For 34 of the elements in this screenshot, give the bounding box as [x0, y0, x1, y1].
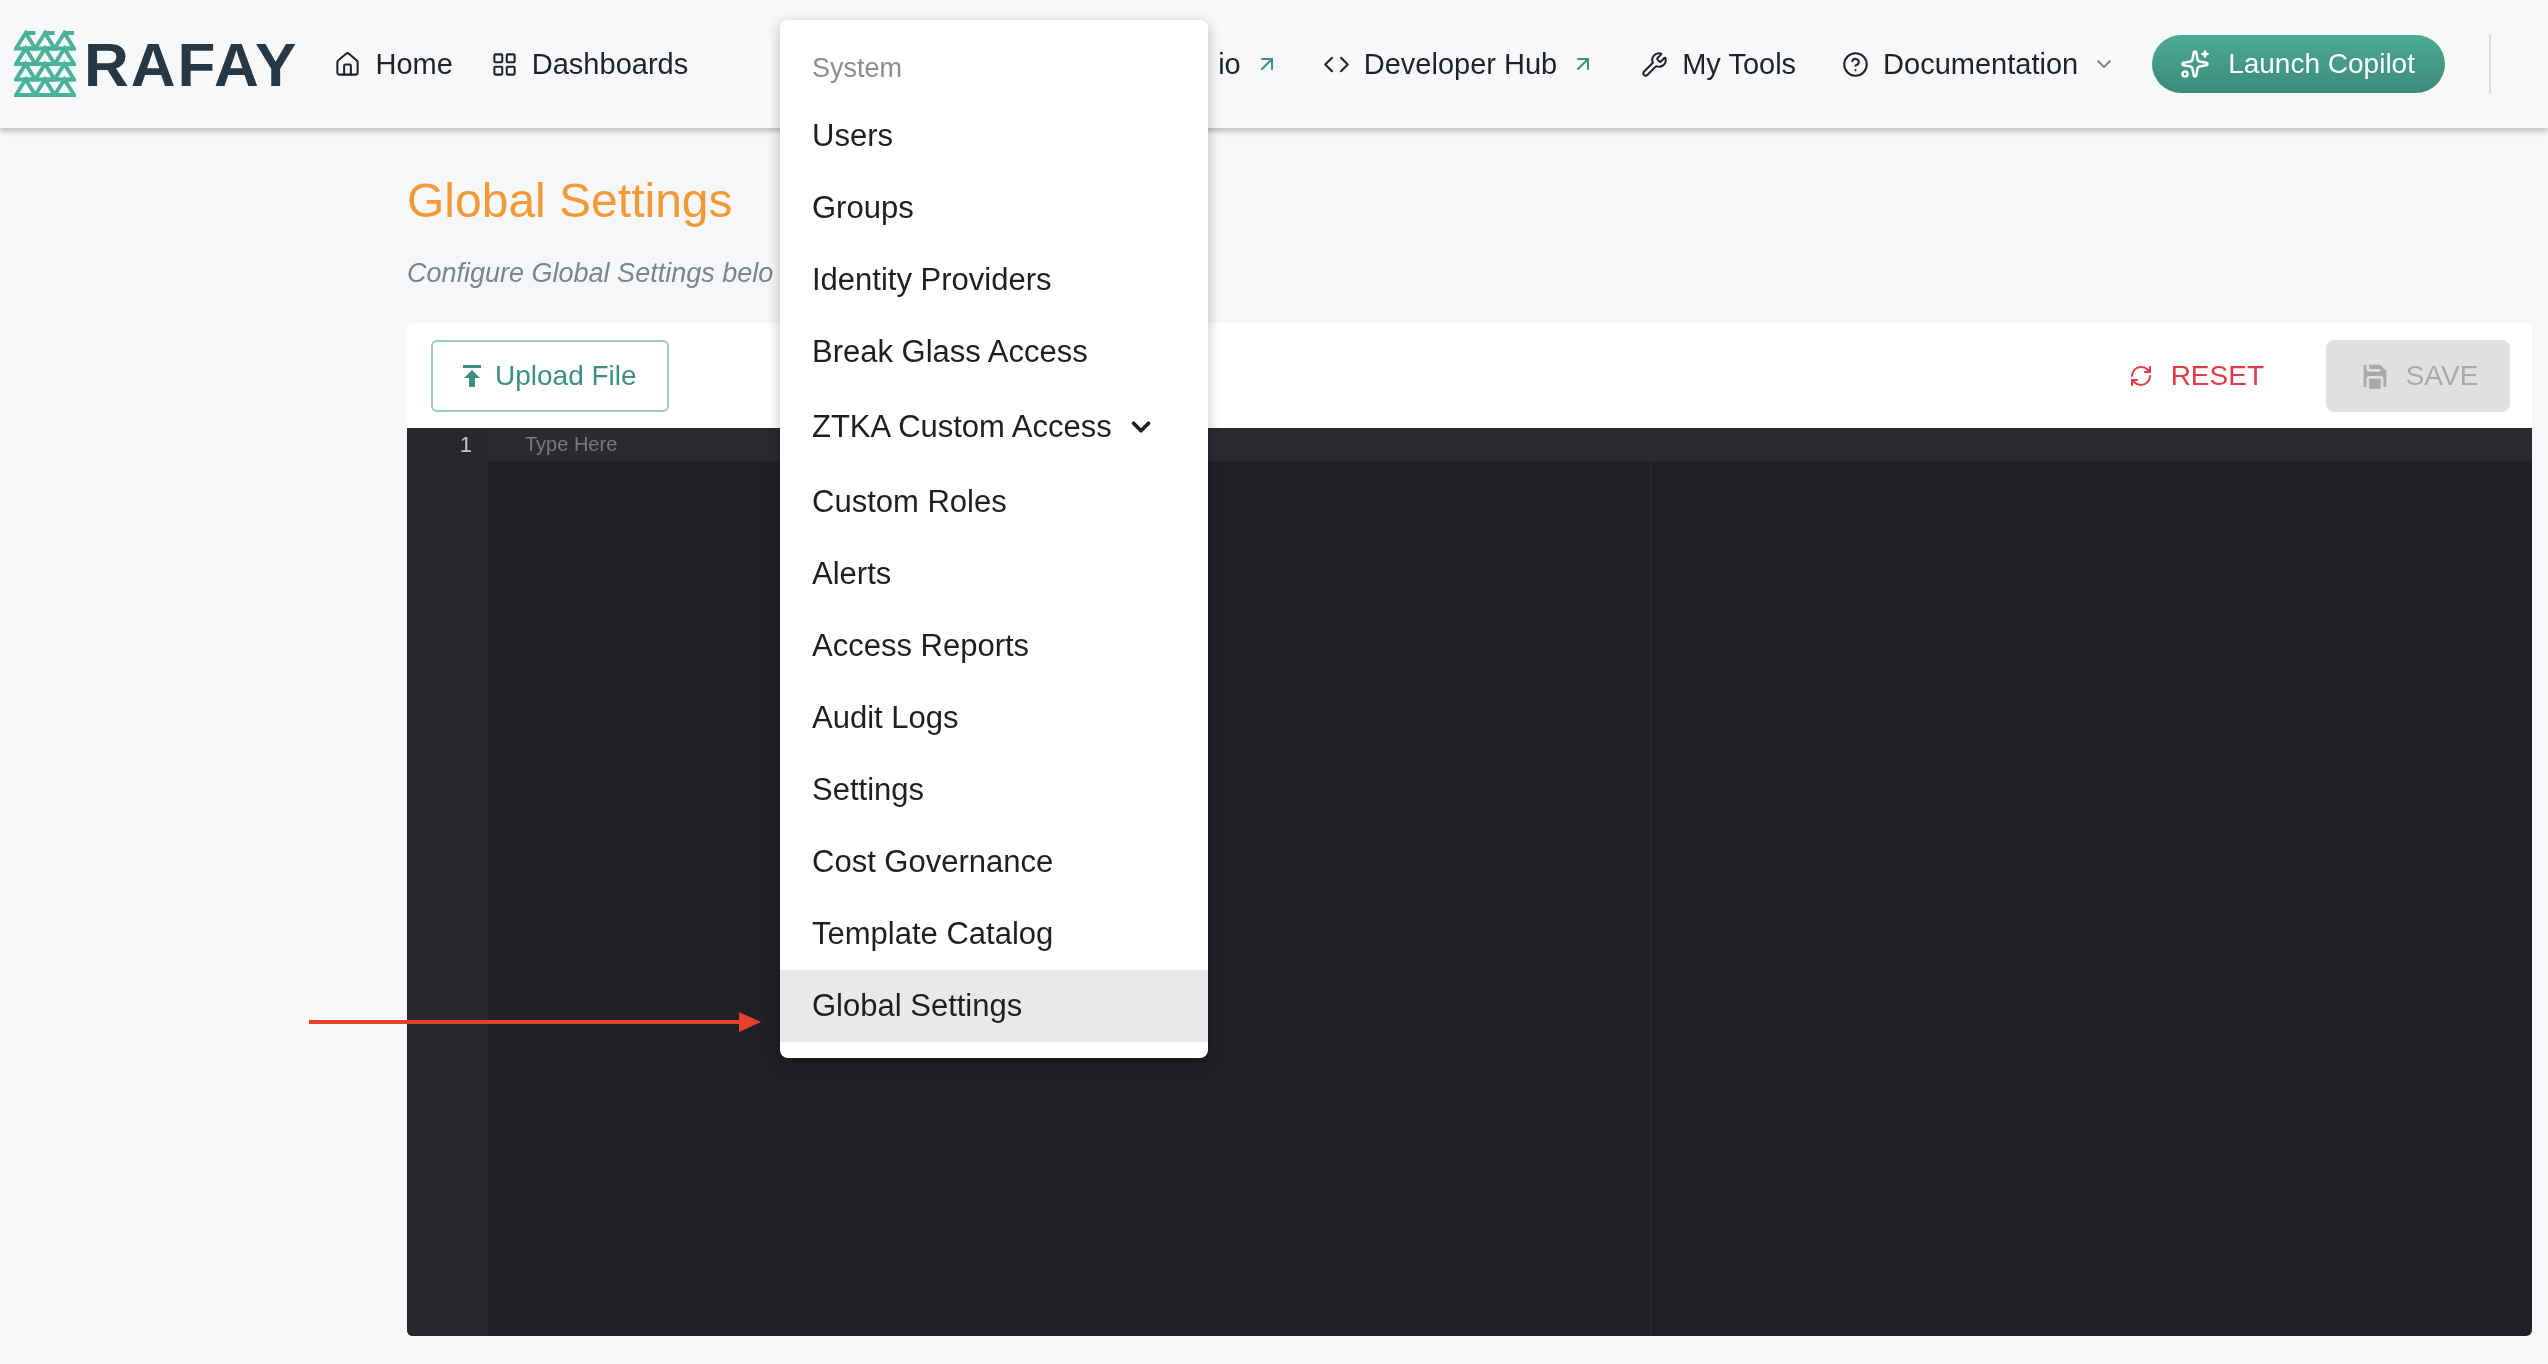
page-subtitle: Configure Global Settings belo [407, 258, 774, 289]
nav-icon [1641, 50, 1669, 78]
nav-link[interactable]: Home [334, 47, 453, 81]
nav-link[interactable]: My Tools [1641, 47, 1797, 81]
menu-item[interactable]: Audit Logs [780, 682, 1208, 754]
menu-item[interactable]: Template Catalog [780, 898, 1208, 970]
menu-item[interactable]: Identity Providers [780, 244, 1208, 316]
page-title: Global Settings [407, 173, 733, 228]
logo-icon [14, 30, 76, 98]
menu-item[interactable]: Groups [780, 172, 1208, 244]
nav-icon [490, 50, 518, 78]
menu-item[interactable]: Alerts [780, 538, 1208, 610]
nav-link[interactable]: Documentation [1842, 47, 2117, 81]
nav-link[interactable]: Developer Hub [1322, 47, 1596, 81]
menu-item[interactable]: Custom Roles [780, 466, 1208, 538]
upload-file-button[interactable]: Upload File [431, 339, 669, 412]
reset-button[interactable]: RESET [2122, 358, 2270, 393]
reset-icon [2128, 363, 2153, 388]
editor-placeholder: Type Here [525, 433, 618, 456]
line-number: 1 [458, 431, 473, 459]
menu-item[interactable]: Access Reports [780, 610, 1208, 682]
upload-icon [463, 364, 481, 387]
menu-item[interactable]: Settings [780, 754, 1208, 826]
menu-item[interactable]: Break Glass Access [780, 316, 1208, 388]
nav-icon [334, 50, 362, 78]
nav-link[interactable]: Dashboards [490, 47, 689, 81]
sparkles-icon [2180, 49, 2211, 79]
menu-item[interactable]: Cost Governance [780, 826, 1208, 898]
brand-logo-text[interactable]: RAFAY [84, 28, 299, 100]
menu-item[interactable]: Users [780, 100, 1208, 172]
menu-section-header: System [811, 52, 904, 85]
menu-item[interactable]: Global Settings [780, 970, 1208, 1042]
nav-link[interactable]: io [1218, 47, 1279, 81]
nav-icon [1842, 50, 1870, 78]
